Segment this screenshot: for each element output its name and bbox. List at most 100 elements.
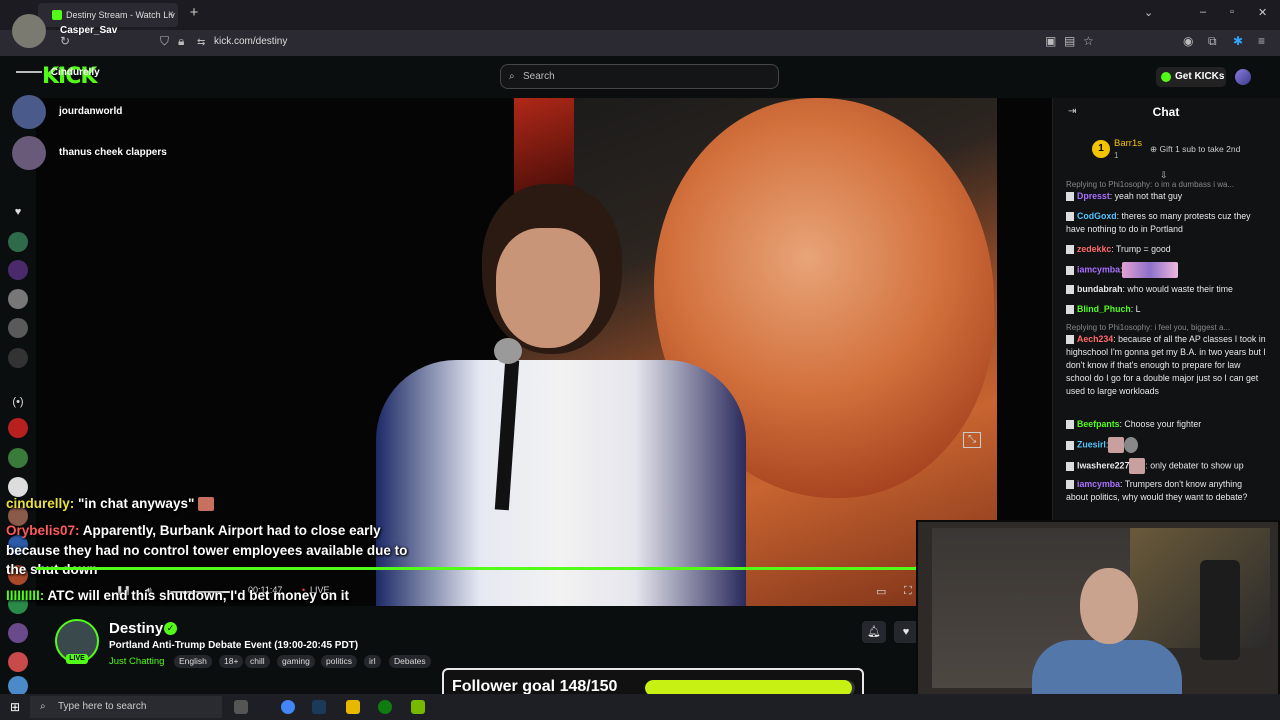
bookmark-star-icon[interactable]: ☆ xyxy=(1083,34,1094,48)
stream-title: Portland Anti-Trump Debate Event (19:00-… xyxy=(109,640,359,651)
user-badge-icon xyxy=(1066,285,1074,295)
verified-check-icon: ✓ xyxy=(164,622,177,635)
chat-message: CodGoxd: theres so many protests cuz the… xyxy=(1066,210,1266,236)
reader-icon[interactable]: ▤ xyxy=(1064,34,1075,48)
chat-username[interactable]: Aech234 xyxy=(1077,334,1113,344)
sidebar-channel-avatar[interactable] xyxy=(8,676,28,696)
tab-list-chevron-icon[interactable]: ⌄ xyxy=(1144,6,1153,19)
user-avatar[interactable] xyxy=(1235,69,1251,85)
emote-icon xyxy=(1108,437,1125,453)
nvidia-icon[interactable] xyxy=(411,700,425,714)
extensions-icon[interactable]: ⧉ xyxy=(1208,34,1217,49)
chat-username[interactable]: Iwashere227 xyxy=(1077,460,1129,470)
kicks-coin-icon xyxy=(1161,72,1171,82)
overlay-chat-text: Apparently, Burbank Airport had to close… xyxy=(79,523,381,538)
bell-icon: 🔔︎ xyxy=(867,626,881,638)
chat-message: iamcymba: Trumpers don't know anything a… xyxy=(1066,478,1266,504)
tab-title: Destiny Stream - Watch Liv xyxy=(66,10,175,20)
chat-username[interactable]: CodGoxd xyxy=(1077,211,1117,221)
browser-tab[interactable]: Destiny Stream - Watch Liv × xyxy=(38,3,178,27)
stream-tag[interactable]: 18+ xyxy=(219,655,244,668)
stream-tag[interactable]: gaming xyxy=(277,655,315,668)
stream-tag[interactable]: politics xyxy=(321,655,357,668)
user-badge-icon xyxy=(1066,461,1074,471)
left-sidebar: ♥ (•) xyxy=(0,98,36,696)
streamer-name[interactable]: Destiny xyxy=(109,620,163,637)
emote-icon xyxy=(198,497,215,512)
notification-bell-button[interactable]: 🔔︎ xyxy=(862,621,886,643)
windows-start-icon[interactable]: ⊞ xyxy=(10,700,20,714)
sidebar-channel-avatar[interactable] xyxy=(8,232,28,252)
sidebar-channel-avatar[interactable] xyxy=(8,260,28,280)
user-badge-icon xyxy=(1066,212,1074,222)
chat-username[interactable]: Dpresst xyxy=(1077,191,1110,201)
chat-username[interactable]: bundabrah xyxy=(1077,284,1122,294)
leaderboard-rank-badge: 1 xyxy=(1092,140,1110,158)
reply-text: Replying to Phi1osophy: o im a dumbass i… xyxy=(1066,180,1235,189)
get-kicks-button[interactable]: Get KICKs xyxy=(1156,67,1226,87)
fullscreen-icon[interactable]: ⛶ xyxy=(904,585,912,598)
search-input[interactable]: ⌕ Search xyxy=(500,64,779,89)
following-heart-icon[interactable]: ♥ xyxy=(8,206,28,218)
extension-icon[interactable]: ✱ xyxy=(1233,34,1243,48)
chat-username[interactable]: Beefpants xyxy=(1077,419,1120,429)
picture-in-picture-icon[interactable]: ▣ xyxy=(1045,34,1056,48)
sidebar-channel-avatar[interactable] xyxy=(8,318,28,338)
chat-username[interactable]: Zuesirl xyxy=(1077,439,1106,449)
lock-icon[interactable]: 🔒︎ xyxy=(178,34,184,49)
menu-icon[interactable]: ≡ xyxy=(1258,34,1265,48)
chrome-icon[interactable] xyxy=(281,700,295,714)
new-tab-button[interactable]: + xyxy=(186,4,202,24)
overlay-chat-line: Orybelis07: Apparently, Burbank Airport … xyxy=(6,523,381,538)
sidebar-channel-avatar[interactable] xyxy=(8,348,28,368)
leaderboard-name[interactable]: Barr1s xyxy=(1114,138,1142,149)
close-tab-icon[interactable]: × xyxy=(168,3,174,27)
chat-header: Chat xyxy=(1152,105,1180,119)
xbox-icon[interactable] xyxy=(378,700,392,714)
site-info-icon[interactable]: ⇆ xyxy=(197,37,205,48)
restore-icon[interactable]: ▫ xyxy=(1230,6,1234,18)
follow-heart-button[interactable]: ♥ xyxy=(894,621,918,643)
chat-text: : Trump = good xyxy=(1111,244,1171,254)
user-badge-icon xyxy=(1066,192,1074,202)
shield-icon[interactable]: ⛉ xyxy=(160,34,169,49)
sidebar-channel-avatar[interactable] xyxy=(8,623,28,643)
stream-tag[interactable]: Debates xyxy=(389,655,431,668)
sidebar-channel-avatar[interactable] xyxy=(8,289,28,309)
chat-username[interactable]: iamcymba xyxy=(1077,479,1120,489)
minimize-icon[interactable]: – xyxy=(1200,6,1206,18)
streamer-video-figure xyxy=(376,170,746,606)
stream-category[interactable]: Just Chatting xyxy=(109,656,164,667)
gift-sub-prompt[interactable]: ⊕ Gift 1 sub to take 2nd xyxy=(1150,144,1240,155)
taskbar-search-input[interactable]: ⌕ Type here to search xyxy=(30,696,222,718)
chat-text: : Choose your fighter xyxy=(1119,419,1202,429)
sidebar-channel-avatar[interactable] xyxy=(8,418,28,438)
profile-avatar[interactable] xyxy=(12,14,46,48)
close-window-icon[interactable]: ✕ xyxy=(1258,6,1267,19)
file-explorer-icon[interactable] xyxy=(346,700,360,714)
leaderboard-count: 1 xyxy=(1114,151,1119,160)
live-channels-icon[interactable]: (•) xyxy=(8,396,28,408)
steam-icon[interactable] xyxy=(312,700,326,714)
stream-tag[interactable]: chill xyxy=(245,655,270,668)
overlay-chat-line: because they had no control tower employ… xyxy=(6,543,407,558)
chat-username[interactable]: Blind_Phuch xyxy=(1077,304,1131,314)
sidebar-channel-avatar[interactable] xyxy=(8,448,28,468)
reload-icon[interactable]: ↻ xyxy=(60,34,70,48)
url-field[interactable]: kick.com/destiny xyxy=(214,36,287,47)
task-view-icon[interactable] xyxy=(234,700,248,714)
video-progress-bar[interactable] xyxy=(36,567,916,570)
chat-username[interactable]: iamcymba xyxy=(1077,264,1120,274)
chat-message: iamcymba: xyxy=(1066,262,1266,278)
expand-icon[interactable]: ⤡ xyxy=(963,432,981,448)
theater-mode-icon[interactable]: ▭ xyxy=(876,585,886,598)
sidebar-channel-avatar[interactable] xyxy=(8,652,28,672)
account-icon[interactable]: ◉ xyxy=(1183,34,1193,48)
stream-tag[interactable]: English xyxy=(174,655,212,668)
chat-username[interactable]: zedekkc xyxy=(1077,244,1111,254)
emote-icon xyxy=(1124,437,1139,453)
reply-text: Replying to Phi1osophy: i feel you, bigg… xyxy=(1066,323,1231,332)
stream-tag[interactable]: irl xyxy=(364,655,381,668)
user-badge-icon xyxy=(1066,480,1074,490)
sidebar-channel-avatar[interactable] xyxy=(8,477,28,497)
